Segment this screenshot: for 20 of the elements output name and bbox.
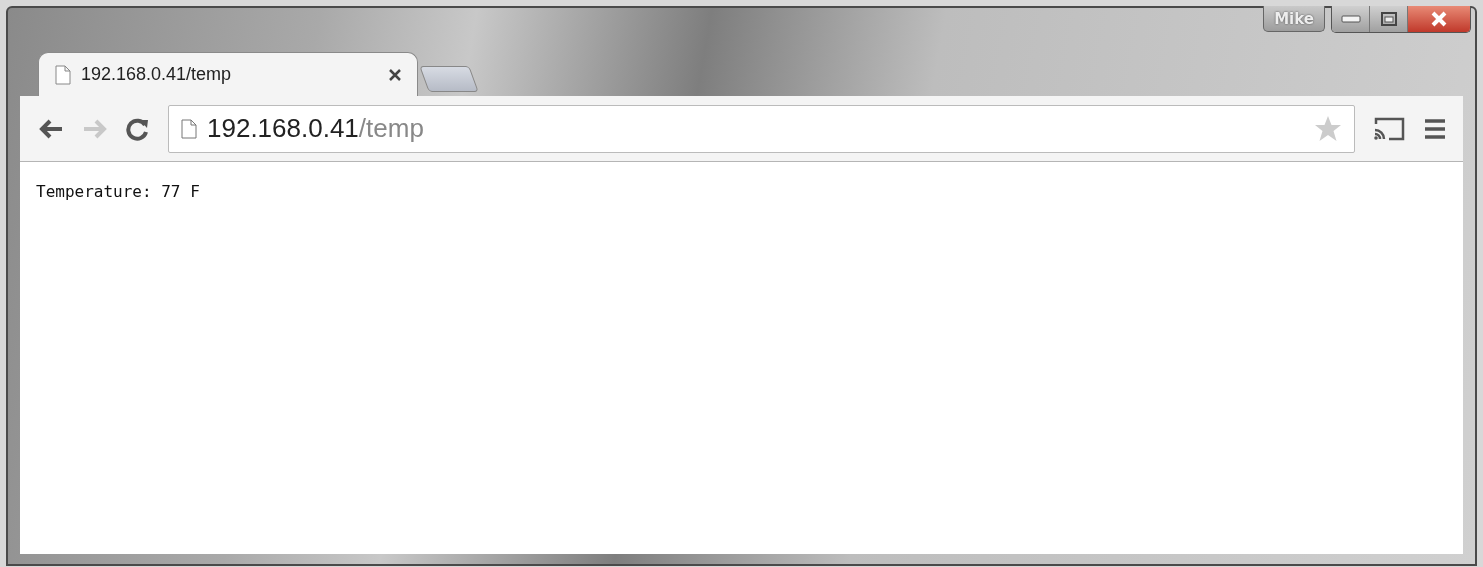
- page-icon: [55, 64, 71, 85]
- url-text: 192.168.0.41/temp: [207, 112, 425, 145]
- close-tab-icon[interactable]: [389, 68, 401, 81]
- minimize-icon: [1340, 15, 1361, 23]
- reload-icon[interactable]: [126, 116, 150, 141]
- maximize-button[interactable]: [1370, 6, 1408, 32]
- address-bar[interactable]: 192.168.0.41/temp: [168, 104, 1355, 153]
- page-icon: [181, 118, 197, 139]
- close-button[interactable]: [1408, 6, 1470, 32]
- menu-icon[interactable]: [1423, 117, 1447, 140]
- tab-title: 192.168.0.41/temp: [81, 63, 233, 86]
- temperature-text: Temperature: 77 F: [36, 181, 201, 203]
- new-tab-button[interactable]: [419, 66, 479, 92]
- minimize-button[interactable]: [1332, 6, 1370, 32]
- back-icon[interactable]: [38, 117, 64, 140]
- star-icon[interactable]: [1314, 115, 1342, 142]
- maximize-icon: [1380, 12, 1397, 26]
- cast-icon[interactable]: [1373, 116, 1405, 141]
- close-icon: [1430, 11, 1448, 27]
- browser-tab[interactable]: 192.168.0.41/temp: [38, 52, 418, 96]
